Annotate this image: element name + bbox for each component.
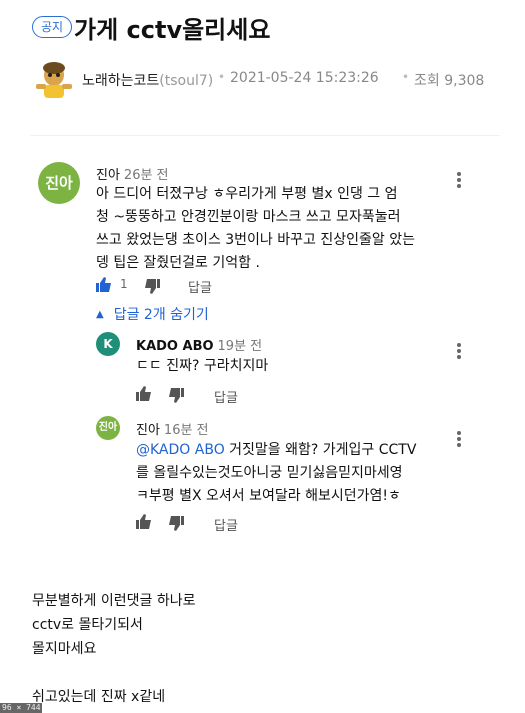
reply-line: 를 올릴수있는것도아니궁 믿기싫음믿지마세영 — [136, 465, 403, 481]
body-line: 몰지마세요 — [32, 641, 97, 657]
meta-separator: • — [218, 70, 226, 84]
comment-header: 진아 26분 전 — [96, 164, 169, 183]
reply-text: @KADO ABO 거짓말을 왜함? 가게입구 CCTV 를 올릴수있는것도아니… — [136, 439, 456, 508]
reply-button[interactable]: 답글 — [188, 277, 212, 296]
comment-line: 청 ~뚱뚱하고 안경낀분이랑 마스크 쓰고 모자푹눌러 — [96, 209, 401, 225]
reply-header: KADO ABO 19분 전 — [136, 335, 262, 354]
thumbs-down-icon[interactable] — [168, 388, 184, 403]
author-avatar[interactable] — [32, 60, 76, 100]
reply-button[interactable]: 답글 — [214, 387, 238, 406]
reply-author[interactable]: KADO ABO — [136, 339, 214, 354]
thumbs-down-icon[interactable] — [144, 279, 160, 294]
thumbs-up-icon[interactable] — [136, 514, 152, 529]
reply-line: @KADO ABO 거짓말을 왜함? 가게입구 CCTV — [136, 442, 417, 458]
reply-header-2: 진아 16분 전 — [136, 419, 209, 438]
post-title: 가게 cctv올리세요 — [74, 16, 271, 44]
reply-time: 19분 전 — [217, 339, 263, 354]
chevron-up-icon: ▲ — [96, 309, 104, 320]
comment-author[interactable]: 진아 — [96, 168, 120, 183]
views-value: 9,308 — [444, 73, 485, 89]
hide-replies-toggle[interactable]: ▲ 답글 2개 숨기기 — [96, 304, 209, 324]
reply-text: ㄷㄷ 진짜? 구라치지마 — [136, 358, 269, 374]
comment-line: 아 드디어 터졌구낭 ㅎ우리가게 부평 별x 인댕 그 엄 — [96, 186, 398, 202]
like-count: 1 — [120, 277, 128, 291]
meta-separator: • — [402, 70, 410, 84]
reply-avatar[interactable]: K — [96, 332, 120, 356]
thumbs-up-icon[interactable] — [96, 277, 112, 292]
post-header: 공지 가게 cctv올리세요 노래하는코트(tsoul7) • 2021-05-… — [0, 0, 525, 140]
comment-line: 뎅 팁은 잘줬던걸로 기억함 . — [96, 255, 260, 271]
mention-link[interactable]: @KADO ABO — [136, 442, 225, 458]
author-row: 노래하는코트(tsoul7) • 2021-05-24 15:23:26 • 조… — [32, 60, 512, 100]
comment-avatar[interactable]: 진아 — [38, 162, 80, 204]
body-line: cctv로 몰타기되서 — [32, 617, 143, 633]
comment-text: 아 드디어 터졌구낭 ㅎ우리가게 부평 별x 인댕 그 엄 청 ~뚱뚱하고 안경… — [96, 183, 456, 275]
views-label: 조회 — [414, 73, 440, 89]
author-name[interactable]: 노래하는코트(tsoul7) — [82, 70, 213, 90]
reply-button[interactable]: 답글 — [214, 515, 238, 534]
body-line: 쉬고있는데 진짜 x같네 — [32, 689, 166, 705]
thumbs-up-icon[interactable] — [136, 386, 152, 401]
notice-badge: 공지 — [32, 16, 73, 38]
reply-more-icon[interactable] — [451, 343, 467, 361]
reply-line: ㅋ부평 별X 오셔서 보여달라 해보시던가염!ㅎ — [136, 488, 401, 504]
reply-time: 16분 전 — [163, 423, 209, 438]
comment-time: 26분 전 — [123, 168, 169, 183]
image-size-tag: 96 × 744 — [0, 703, 42, 713]
author-nickname: 노래하는코트 — [82, 73, 160, 89]
comment-thread: 진아 진아 26분 전 아 드디어 터졌구낭 ㅎ우리가게 부평 별x 인댕 그 엄… — [30, 135, 500, 545]
hide-replies-label: 답글 2개 숨기기 — [113, 307, 209, 323]
view-count: 조회 9,308 — [414, 70, 484, 90]
author-id: (tsoul7) — [159, 73, 214, 89]
thumbs-down-icon[interactable] — [168, 516, 184, 531]
body-line: 무분별하게 이런댓글 하나로 — [32, 593, 196, 609]
comment-line: 쓰고 왔었는댕 초이스 3번이나 바꾸고 진상인줄알 았는 — [96, 232, 415, 248]
reply-avatar[interactable]: 진아 — [96, 416, 120, 440]
post-date: 2021-05-24 15:23:26 — [230, 70, 379, 86]
reply-author[interactable]: 진아 — [136, 423, 160, 438]
